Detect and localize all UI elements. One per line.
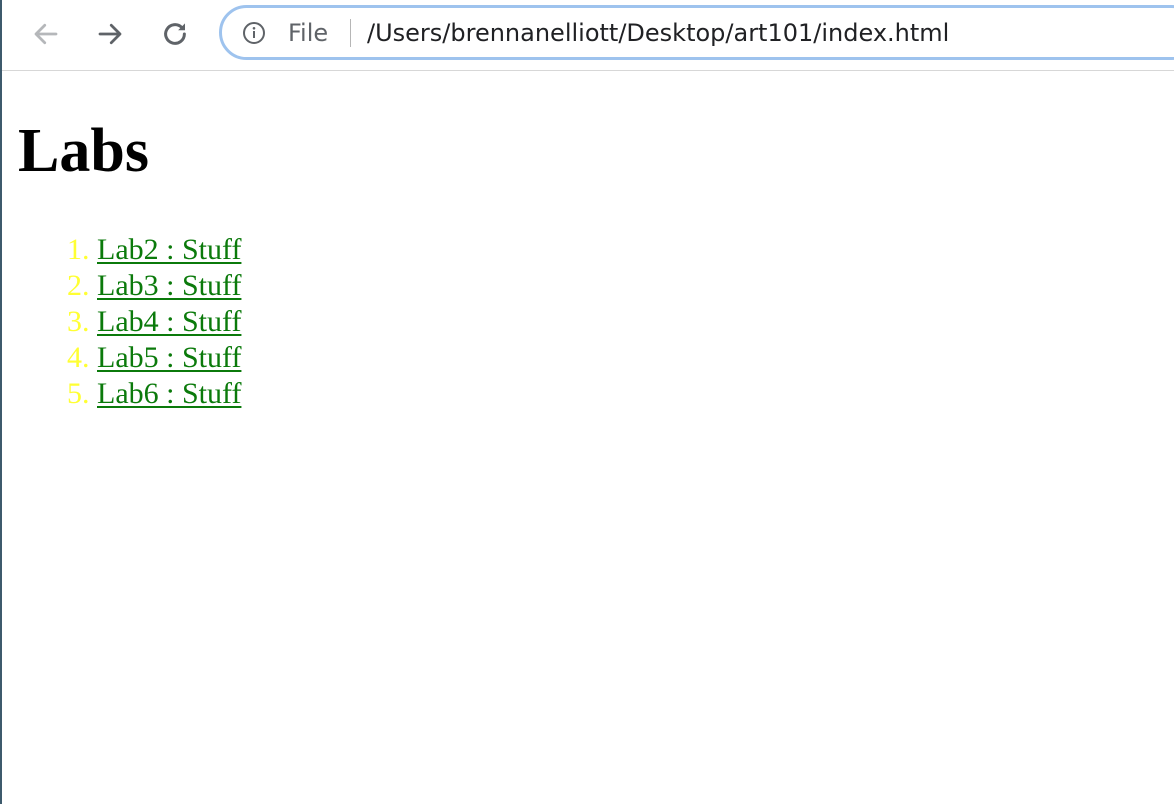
list-item: Lab4 : Stuff xyxy=(97,304,241,340)
lab-link[interactable]: Lab4 : Stuff xyxy=(97,305,241,338)
arrow-left-icon xyxy=(34,23,58,45)
browser-toolbar: File /Users/brennanelliott/Desktop/art10… xyxy=(2,0,1174,71)
reload-button[interactable] xyxy=(157,16,193,52)
lab-link[interactable]: Lab6 : Stuff xyxy=(97,377,241,410)
lab-link[interactable]: Lab5 : Stuff xyxy=(97,341,241,374)
scheme-label: File xyxy=(288,19,329,47)
address-bar[interactable]: File /Users/brennanelliott/Desktop/art10… xyxy=(219,5,1174,60)
info-circle-icon[interactable] xyxy=(242,21,266,45)
list-item: Lab2 : Stuff xyxy=(97,232,241,268)
lab-link[interactable]: Lab3 : Stuff xyxy=(97,269,241,302)
list-item: Lab6 : Stuff xyxy=(97,376,241,412)
reload-icon xyxy=(164,23,186,45)
labs-list: Lab2 : Stuff Lab3 : Stuff Lab4 : Stuff L… xyxy=(97,232,241,412)
url-text[interactable]: /Users/brennanelliott/Desktop/art101/ind… xyxy=(367,18,949,48)
window-edge xyxy=(0,0,2,804)
list-item: Lab5 : Stuff xyxy=(97,340,241,376)
address-divider xyxy=(350,19,351,47)
list-item: Lab3 : Stuff xyxy=(97,268,241,304)
forward-button[interactable] xyxy=(92,16,128,52)
arrow-right-icon xyxy=(98,23,122,45)
back-button[interactable] xyxy=(28,16,64,52)
lab-link[interactable]: Lab2 : Stuff xyxy=(97,233,241,266)
page-title: Labs xyxy=(18,117,149,185)
